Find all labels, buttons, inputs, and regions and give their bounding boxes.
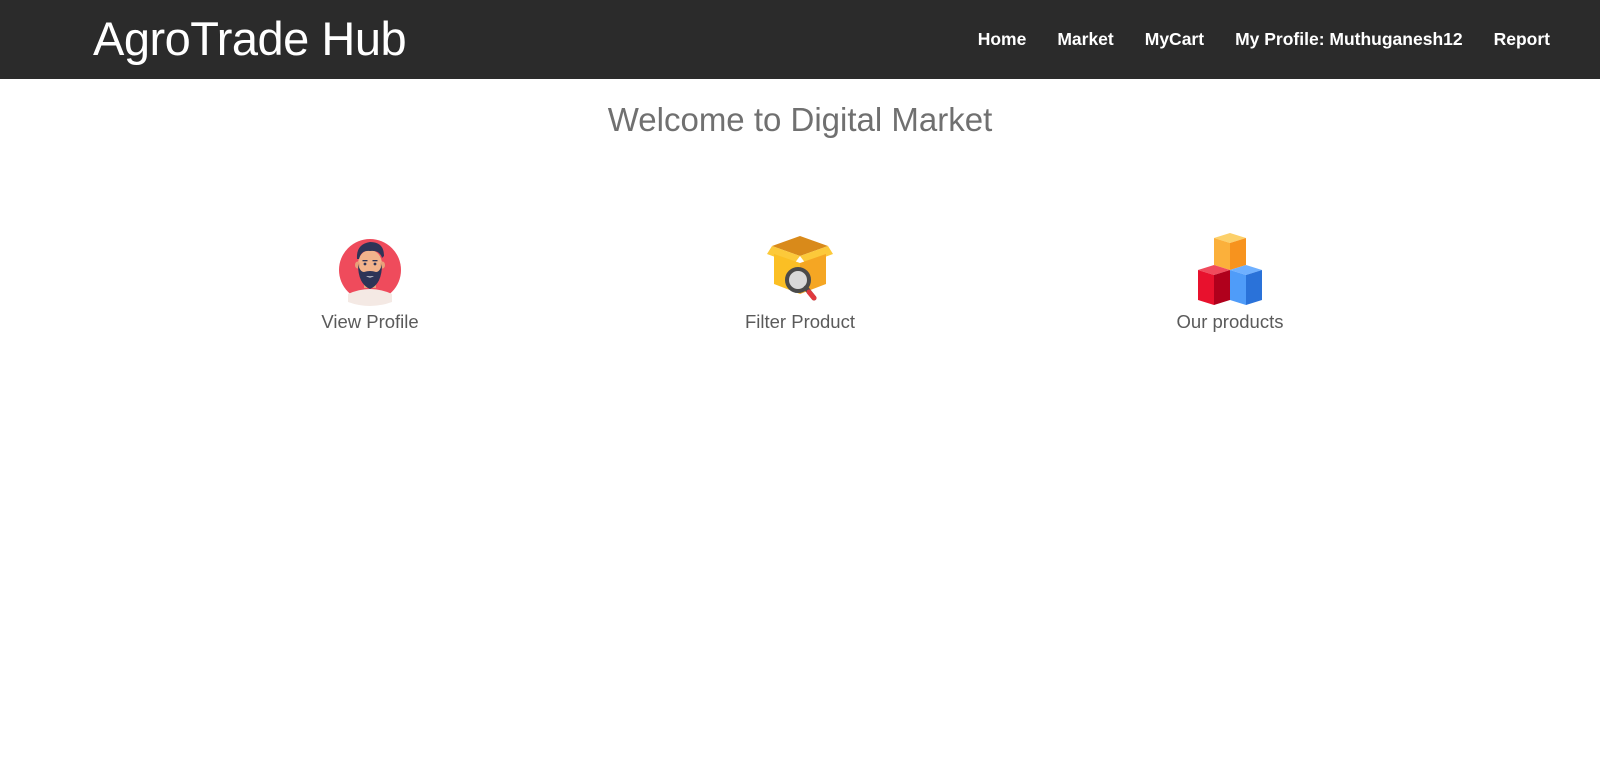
nav-menu: Home Market MyCart My Profile: Muthugane… bbox=[962, 0, 1550, 79]
box-with-magnifier-icon[interactable] bbox=[764, 232, 836, 308]
stacked-cubes-icon[interactable] bbox=[1194, 232, 1266, 308]
our-products-label: Our products bbox=[1176, 311, 1284, 332]
view-profile-tile[interactable]: View Profile bbox=[240, 232, 500, 334]
bearded-man-avatar-icon[interactable] bbox=[334, 232, 406, 308]
nav-my-profile[interactable]: My Profile: Muthuganesh12 bbox=[1220, 0, 1479, 79]
filter-product-label: Filter Product bbox=[744, 311, 855, 332]
nav-home[interactable]: Home bbox=[962, 0, 1042, 79]
brand-logo-link[interactable]: AgroTrade Hub bbox=[93, 10, 407, 68]
view-profile-label: View Profile bbox=[321, 311, 419, 332]
nav-report[interactable]: Report bbox=[1478, 0, 1550, 79]
page-heading: Welcome to Digital Market bbox=[607, 101, 993, 138]
filter-product-tile[interactable]: Filter Product bbox=[670, 232, 930, 334]
nav-mycart[interactable]: MyCart bbox=[1129, 0, 1219, 79]
nav-market[interactable]: Market bbox=[1042, 0, 1129, 79]
our-products-tile[interactable]: Our products bbox=[1100, 232, 1360, 334]
top-navbar: AgroTrade Hub Home Market MyCart My Prof… bbox=[0, 0, 1600, 79]
